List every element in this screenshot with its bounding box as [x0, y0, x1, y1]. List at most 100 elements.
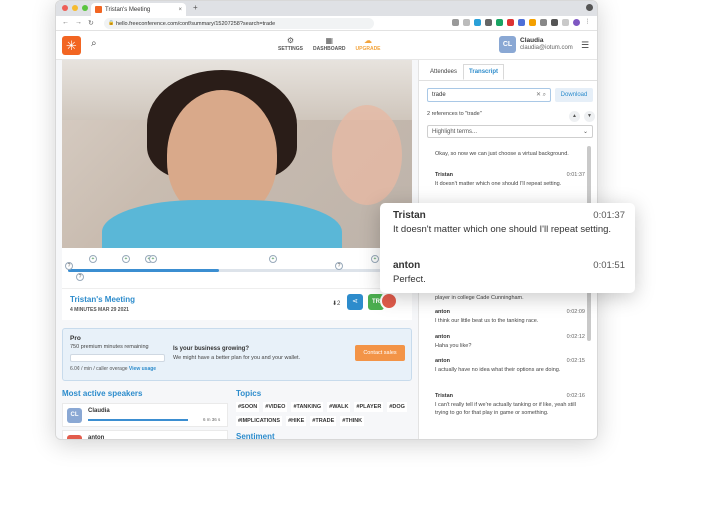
extension-icon[interactable]	[496, 19, 503, 26]
tab-attendees[interactable]: Attendees	[424, 64, 463, 80]
user-menu[interactable]: CL Claudia claudia@iotum.com	[499, 36, 573, 53]
attendee-count: ⬇2	[332, 301, 341, 307]
view-usage-link[interactable]: View usage	[129, 366, 156, 372]
plan-minutes: 750 premium minutes remaining	[70, 344, 149, 350]
topic-tag[interactable]: #SOON	[236, 402, 260, 412]
avatar	[67, 435, 82, 439]
extension-icon[interactable]	[529, 19, 536, 26]
highlight-terms-input[interactable]: Highlight terms... ⌄	[427, 125, 593, 138]
maximize-window-button[interactable]	[82, 5, 88, 11]
new-tab-button[interactable]: +	[193, 3, 198, 12]
playlist-icon[interactable]	[562, 19, 569, 26]
topic-tag[interactable]: #WALK	[327, 402, 351, 412]
speaker-name: anton	[435, 309, 450, 315]
topic-tag[interactable]: #PLAYER	[354, 402, 384, 412]
topic-tag[interactable]: #THINK	[340, 416, 365, 426]
hamburger-menu-icon[interactable]: ☰	[581, 40, 589, 51]
plus-marker-icon[interactable]: +	[371, 255, 379, 263]
search-icon[interactable]: ⌕	[91, 38, 97, 49]
puzzle-icon[interactable]	[551, 19, 558, 26]
download-button[interactable]: Download	[555, 88, 593, 102]
transcript-entry[interactable]: player in college Cade Cunningham.	[435, 292, 585, 302]
extension-icon[interactable]	[485, 19, 492, 26]
minutes-usage-bar	[70, 354, 165, 362]
speaker-row: CL Claudia 6 m 36 s	[62, 403, 228, 427]
transcript-entry[interactable]: anton 0:01:51 Perfect.	[393, 260, 625, 286]
video-timeline[interactable]: ? ? + + + + + ? +	[62, 248, 412, 288]
transcript-entry[interactable]: Okay, so now we can just choose a virtua…	[435, 148, 585, 158]
plus-marker-icon[interactable]: +	[122, 255, 130, 263]
reload-icon[interactable]: ↻	[88, 19, 94, 27]
main-nav: ⚙ SETTINGS ▦ DASHBOARD ☁ UPGRADE	[278, 36, 381, 52]
close-tab-icon[interactable]: ×	[178, 7, 182, 13]
question-marker-icon[interactable]: ?	[65, 262, 73, 270]
topic-tag[interactable]: #VIDEO	[263, 402, 288, 412]
transcript-entry[interactable]: anton 0:02:09 I think our little beat us…	[435, 309, 585, 325]
minimize-window-button[interactable]	[72, 5, 78, 11]
forward-icon[interactable]: →	[75, 19, 82, 27]
topic-tag[interactable]: #IMPLICATIONS	[236, 416, 283, 426]
meeting-title: Tristan's Meeting	[70, 295, 136, 304]
extension-icon[interactable]	[452, 19, 459, 26]
avatar: CL	[67, 408, 82, 423]
video-person-background	[332, 105, 402, 205]
more-icon[interactable]: ⋮	[584, 19, 591, 26]
nav-upgrade[interactable]: ☁ UPGRADE	[356, 36, 381, 52]
transcript-search-input[interactable]: trade ✕ ⌕	[427, 88, 551, 102]
nav-dashboard[interactable]: ▦ DASHBOARD	[313, 36, 346, 52]
topic-tag[interactable]: #TRADE	[310, 416, 337, 426]
plus-marker-icon[interactable]: +	[149, 255, 157, 263]
plan-card: Pro 750 premium minutes remaining 6.0¢ /…	[62, 328, 412, 381]
topic-tag[interactable]: #DOG	[387, 402, 407, 412]
participant-avatar[interactable]	[380, 292, 398, 310]
tab-transcript[interactable]: Transcript	[463, 64, 505, 80]
question-marker-icon[interactable]: ?	[76, 273, 84, 281]
topics-list: #SOON #VIDEO #TANKING #WALK #PLAYER #DOG…	[236, 402, 416, 426]
address-bar[interactable]: 🔒 hello.freeconference.com/conf/summary/…	[104, 18, 374, 29]
topic-tag[interactable]: #TANKING	[291, 402, 324, 412]
back-icon[interactable]: ←	[62, 19, 69, 27]
topic-tag[interactable]: #HIKE	[286, 416, 307, 426]
share-button[interactable]: ⋖	[347, 294, 363, 310]
transcript-entry[interactable]: Tristan 0:02:16 I can't really tell if w…	[435, 393, 585, 417]
close-window-button[interactable]	[62, 5, 68, 11]
question-marker-icon[interactable]: ?	[335, 262, 343, 270]
transcript-entry[interactable]: anton 0:02:12 Haha you like?	[435, 334, 585, 350]
speaker-name: anton	[435, 334, 450, 340]
profile-icon[interactable]	[573, 19, 580, 26]
timestamp: 0:02:09	[566, 309, 585, 315]
transcript-entry[interactable]: Tristan 0:01:37 It doesn't matter which …	[435, 172, 585, 188]
gear-icon: ⚙	[286, 36, 295, 45]
speaker-name: Claudia	[88, 408, 110, 414]
transcript-entry[interactable]: anton 0:02:15 I actually have no idea wh…	[435, 358, 585, 374]
video-player[interactable]	[62, 60, 412, 248]
plus-marker-icon[interactable]: +	[269, 255, 277, 263]
app-header: ✳ ⌕ ⚙ SETTINGS ▦ DASHBOARD ☁ UPGRADE CL …	[56, 31, 597, 60]
transcript-entry[interactable]: Tristan 0:01:37 It doesn't matter which …	[393, 210, 625, 236]
window-controls	[62, 5, 88, 11]
tab-menu-icon[interactable]	[586, 4, 593, 11]
extension-icon[interactable]	[507, 19, 514, 26]
nav-settings[interactable]: ⚙ SETTINGS	[278, 36, 303, 52]
extension-icon[interactable]	[474, 19, 481, 26]
timestamp: 0:02:15	[566, 358, 585, 364]
user-name: Claudia	[520, 37, 544, 44]
upsell-text: We might have a better plan for you and …	[173, 355, 301, 361]
avatar: CL	[499, 36, 516, 53]
chevron-down-icon[interactable]: ▼	[584, 111, 595, 122]
extension-icon[interactable]	[463, 19, 470, 26]
timeline-track[interactable]	[68, 269, 404, 272]
chevron-up-icon[interactable]: ▲	[569, 111, 580, 122]
app-logo[interactable]: ✳	[62, 36, 81, 55]
contact-sales-button[interactable]: Contact sales	[355, 345, 405, 361]
topics-heading: Topics	[236, 389, 262, 398]
browser-tab[interactable]: Tristan's Meeting ×	[91, 3, 186, 16]
panel-tabs: Attendees Transcript	[424, 64, 505, 80]
transcript-zoom-callout: Tristan 0:01:37 It doesn't matter which …	[380, 203, 635, 293]
meeting-info: Tristan's Meeting 4 MINUTES MAR 29 2021 …	[62, 288, 412, 320]
extension-icon[interactable]	[540, 19, 547, 26]
chevron-down-icon: ⌄	[582, 129, 588, 135]
plus-marker-icon[interactable]: +	[89, 255, 97, 263]
clear-search-icon[interactable]: ✕ ⌕	[536, 91, 546, 99]
extension-icon[interactable]	[518, 19, 525, 26]
